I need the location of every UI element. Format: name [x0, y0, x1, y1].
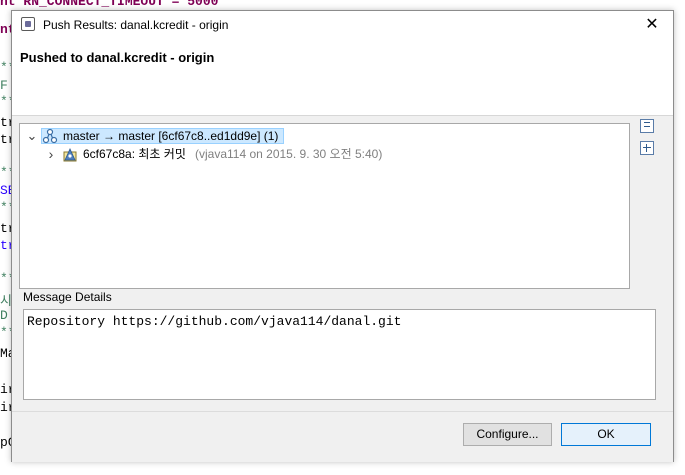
dialog-app-icon — [21, 17, 35, 31]
branch-ref-icon — [42, 128, 58, 144]
dialog-title: Push Results: danal.kcredit - origin — [43, 18, 229, 32]
collapse-all-icon — [644, 122, 650, 123]
expand-all-icon — [643, 147, 651, 148]
editor-line: nt RN_CONNECT_TIMEOUT = 5000 — [0, 0, 219, 9]
tree-row-ref[interactable]: ⌄ master → master [6cf67c8..ed1dd9e] (1) — [20, 127, 620, 145]
push-results-tree[interactable]: ⌄ master → master [6cf67c8..ed1dd9e] (1)… — [19, 123, 630, 289]
header-title: Pushed to danal.kcredit - origin — [20, 50, 215, 65]
commit-meta: (vjava114 on 2015. 9. 30 오전 5:40) — [195, 147, 383, 161]
chevron-right-icon[interactable]: › — [45, 145, 57, 163]
commit-label: 6cf67c8a: 최초 커밋 — [83, 147, 186, 161]
ok-button[interactable]: OK — [561, 423, 651, 446]
ref-update-label: master → master [6cf67c8..ed1dd9e] (1) — [63, 129, 279, 143]
expand-all-button[interactable] — [640, 141, 654, 155]
editor-line: D — [0, 308, 8, 323]
editor-line: F — [0, 78, 8, 93]
push-results-dialog: Push Results: danal.kcredit - origin ✕ P… — [11, 10, 674, 462]
chevron-down-icon[interactable]: ⌄ — [26, 127, 38, 145]
configure-button[interactable]: Configure... — [463, 423, 552, 446]
button-bar: Configure... OK — [12, 411, 673, 462]
commit-icon — [63, 148, 77, 162]
message-details-textbox[interactable]: Repository https://github.com/vjava114/d… — [23, 309, 656, 400]
close-icon[interactable]: ✕ — [641, 14, 663, 36]
message-details-label: Message Details — [23, 290, 112, 304]
header-area: Pushed to danal.kcredit - origin — [12, 39, 673, 116]
tree-row-commit[interactable]: › 6cf67c8a: 최초 커밋 (vjava114 on 2015. 9. … — [20, 145, 620, 163]
collapse-all-button[interactable] — [640, 119, 654, 133]
title-bar[interactable]: Push Results: danal.kcredit - origin ✕ — [12, 11, 673, 39]
